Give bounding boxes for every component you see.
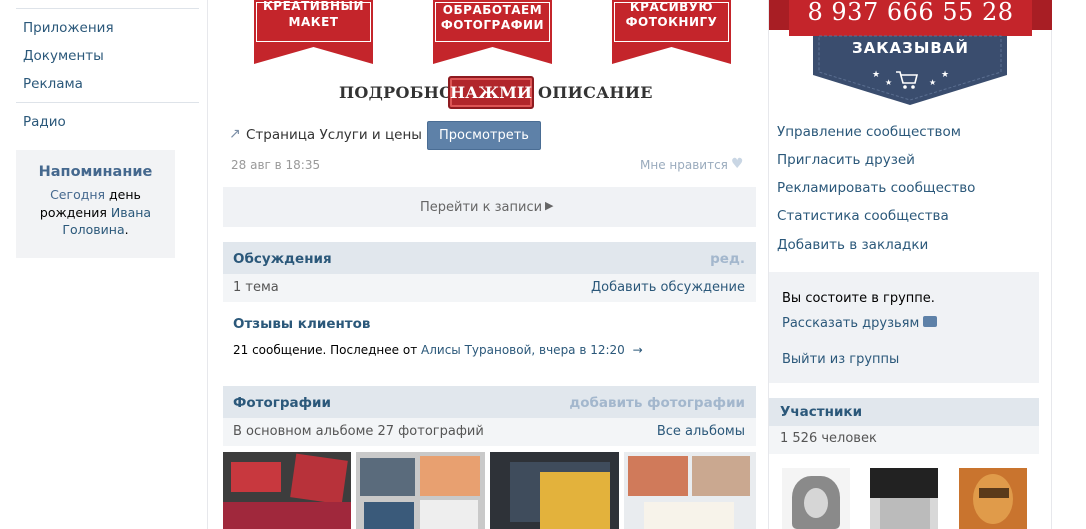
banner-caption-left: ПОДРОБНОЕ: [339, 83, 466, 102]
left-nav-radio[interactable]: Радио: [23, 114, 66, 130]
star-icon: ★: [885, 78, 893, 87]
like-label[interactable]: Мне нравится: [640, 158, 728, 172]
banner-click-button[interactable]: НАЖМИ: [448, 76, 534, 109]
invite-friends-link[interactable]: Пригласить друзей: [777, 152, 915, 168]
photos-title[interactable]: Фотографии: [233, 395, 331, 411]
star-icon: ★: [941, 70, 950, 80]
membership-status: Вы состоите в группе.: [782, 291, 935, 306]
divider: [16, 102, 199, 103]
left-nav-documents[interactable]: Документы: [23, 48, 104, 64]
photo-thumbnail[interactable]: [490, 452, 619, 529]
tell-friends-link[interactable]: Рассказать друзьям: [782, 316, 919, 331]
speech-bubble-icon[interactable]: [923, 316, 937, 327]
photos-count: В основном альбоме 27 фотографий: [233, 424, 484, 439]
avatar[interactable]: [870, 468, 938, 529]
goto-post-link[interactable]: Перейти к записи: [420, 200, 542, 215]
photo-thumbnail[interactable]: [223, 452, 351, 529]
photos-header[interactable]: Фотографии добавить фотографии: [223, 386, 756, 418]
discussions-header[interactable]: Обсуждения ред.: [223, 242, 756, 274]
ribbon-tail-1: [254, 43, 373, 64]
community-stats-link[interactable]: Статистика сообщества: [777, 208, 949, 224]
members-summary: 1 526 человек: [769, 426, 1039, 454]
star-icon: ★: [929, 78, 937, 87]
left-sidebar: Приложения Документы Реклама Радио Напом…: [0, 0, 200, 529]
add-photos-link[interactable]: добавить фотографии: [569, 395, 745, 411]
banner-caption-right: ОПИСАНИЕ: [538, 83, 653, 102]
discussions-summary: 1 тема Добавить обсуждение: [223, 274, 756, 302]
advertise-community-link[interactable]: Рекламировать сообщество: [777, 180, 975, 196]
all-albums-link[interactable]: Все альбомы: [657, 424, 745, 439]
left-nav-ads[interactable]: Реклама: [23, 76, 83, 92]
photo-thumbnail[interactable]: [624, 452, 756, 529]
ribbon-tail-3: [612, 43, 731, 64]
avatar[interactable]: [782, 468, 850, 529]
view-button[interactable]: Просмотреть: [427, 121, 541, 150]
topic-meta: 21 сообщение. Последнее от Алисы Туранов…: [233, 343, 643, 357]
members-title[interactable]: Участники: [780, 404, 862, 420]
phone-number[interactable]: 8 937 666 55 28: [769, 0, 1052, 26]
discussions-title[interactable]: Обсуждения: [233, 251, 332, 267]
post-date[interactable]: 28 авг в 18:35: [231, 158, 320, 172]
topic-time-link[interactable]: , вчера в 12:20: [531, 343, 624, 357]
leave-group-link[interactable]: Выйти из группы: [782, 352, 899, 367]
topic-author-link[interactable]: Алисы Турановой: [421, 343, 531, 357]
goto-post-bar[interactable]: Перейти к записи ▶: [223, 187, 756, 227]
topic-title-link[interactable]: Отзывы клиентов: [233, 316, 370, 332]
add-discussion-link[interactable]: Добавить обсуждение: [591, 280, 745, 295]
add-bookmark-link[interactable]: Добавить в закладки: [777, 237, 928, 253]
discussions-edit-link[interactable]: ред.: [710, 251, 745, 267]
share-arrow-icon: ↗: [229, 126, 241, 142]
order-label[interactable]: ЗАКАЗЫВАЙ: [769, 39, 1052, 57]
reminder-text: Сегодня день рождения Ивана Головина.: [39, 187, 152, 237]
reminder-box: Напоминание Сегодня день рождения Ивана …: [16, 150, 175, 258]
photos-summary: В основном альбоме 27 фотографий Все аль…: [223, 418, 756, 446]
cart-icon: [896, 71, 919, 89]
divider: [16, 8, 199, 9]
page-link[interactable]: Страница Услуги и цены: [246, 127, 422, 143]
members-header[interactable]: Участники: [769, 398, 1039, 426]
banner-ribbon-2[interactable]: ОБРАБОТАЕМ ФОТОГРАФИИ: [433, 0, 552, 44]
heart-icon[interactable]: ♥: [731, 156, 744, 172]
wall-column: КРЕАТИВНЫЙ МАКЕТ ОБРАБОТАЕМ ФОТОГРАФИИ К…: [207, 0, 769, 529]
right-sidebar: 8 937 666 55 28 ЗАКАЗЫВАЙ ★ ★ ★ ★ Управл…: [769, 0, 1052, 529]
left-nav-apps[interactable]: Приложения: [23, 20, 114, 36]
star-icon: ★: [872, 70, 881, 80]
reminder-title: Напоминание: [38, 164, 153, 180]
discussions-count: 1 тема: [233, 280, 279, 295]
members-count: 1 526 человек: [780, 431, 877, 446]
avatar[interactable]: [959, 468, 1027, 529]
chevron-right-icon: ▶: [545, 199, 554, 212]
arrow-right-icon[interactable]: →: [633, 343, 643, 357]
photo-thumbnail[interactable]: [356, 452, 485, 529]
banner-ribbon-3[interactable]: КРАСИВУЮ ФОТОКНИГУ: [612, 0, 731, 44]
banner-ribbon-1[interactable]: КРЕАТИВНЫЙ МАКЕТ: [254, 0, 373, 44]
manage-community-link[interactable]: Управление сообществом: [777, 124, 961, 140]
membership-box: Вы состоите в группе. Рассказать друзьям…: [769, 272, 1039, 383]
ribbon-tail-2: [433, 43, 552, 64]
